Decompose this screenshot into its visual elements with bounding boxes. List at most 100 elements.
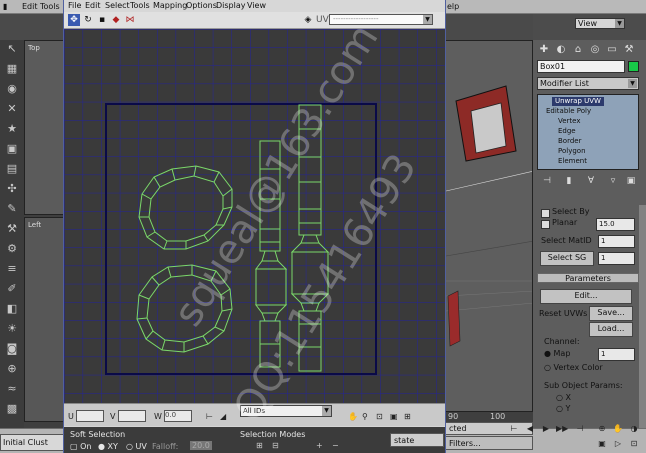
layers-icon[interactable]: ≡ [4, 262, 20, 276]
planar-checkbox[interactable] [541, 220, 550, 229]
modifier-stack[interactable]: Unwrap UVW Editable Poly Vertex Edge Bor… [537, 94, 639, 170]
viewport-left[interactable]: Left [24, 217, 64, 422]
select-icon[interactable]: ↖ [4, 42, 20, 56]
uv-radio[interactable]: ○ UV [126, 442, 147, 451]
load-button[interactable]: Load... [589, 322, 633, 337]
grow-selection-icon[interactable]: + [316, 441, 323, 450]
texture-map-dropdown[interactable]: ------------------ ▼ [329, 14, 433, 25]
uv-menu-select[interactable]: Select [105, 1, 130, 10]
object-color-swatch[interactable] [628, 61, 639, 72]
menu-help[interactable]: elp [447, 2, 459, 11]
viewport-perspective[interactable] [445, 40, 533, 412]
lock-icon[interactable]: ⊢ [206, 412, 213, 421]
edit-uvw-button[interactable]: Edit... [540, 289, 632, 304]
mirror-icon[interactable]: ⋈ [124, 14, 136, 26]
grid-toggle-icon[interactable]: ⊞ [404, 412, 411, 421]
w-spinner[interactable]: 0.0 [164, 410, 192, 422]
vertex-mode-icon[interactable]: ⊞ [256, 441, 263, 450]
zoom-extents-icon[interactable]: ▣ [596, 438, 608, 450]
modify-icon[interactable]: ◉ [4, 82, 20, 96]
shrink-selection-icon[interactable]: − [332, 441, 339, 450]
paint-icon[interactable]: ✐ [4, 282, 20, 296]
menu-file-partial[interactable]: ▮ [3, 2, 7, 11]
remove-modifier-icon[interactable]: ▿ [607, 176, 619, 188]
uv-menu-display[interactable]: Display [216, 1, 246, 10]
stack-item-editable-poly[interactable]: Editable Poly [546, 107, 591, 116]
tube-icon[interactable]: ▤ [4, 162, 20, 176]
configure-sets-icon[interactable]: ▣ [625, 176, 637, 188]
uv-menu-edit[interactable]: Edit [85, 1, 101, 10]
select-mat-id-spinner[interactable]: 1 [598, 235, 635, 248]
y-axis-radio[interactable]: ○ Y [556, 404, 570, 413]
pin-stack-icon[interactable]: ⊣ [541, 176, 553, 188]
stack-item-edge[interactable]: Edge [558, 127, 576, 136]
modify-tab-icon[interactable]: ◐ [554, 44, 568, 58]
uv-menu-view[interactable]: View [247, 1, 266, 10]
motion-tab-icon[interactable]: ◎ [588, 44, 602, 58]
star-icon[interactable]: ★ [4, 122, 20, 136]
stack-item-polygon[interactable]: Polygon [558, 147, 586, 156]
show-map-icon[interactable]: UV [316, 14, 329, 26]
object-name-field[interactable]: Box01 [537, 60, 625, 73]
map-radio[interactable]: ● Map [544, 349, 570, 358]
map-checker-icon[interactable]: ◈ [302, 14, 314, 26]
stack-item-unwrap-uvw[interactable]: Unwrap UVW [552, 97, 604, 106]
save-button[interactable]: Save... [589, 306, 633, 321]
zoom-icon[interactable]: ⊕ [596, 423, 608, 435]
goto-end-icon[interactable]: ⊣ [574, 423, 586, 435]
uv-menu-mapping[interactable]: Mapping [153, 1, 187, 10]
show-end-result-icon[interactable]: ▮ [563, 176, 575, 188]
rotate-icon[interactable]: ↻ [82, 14, 94, 26]
scale-icon[interactable]: ▪ [96, 14, 108, 26]
prev-frame-icon[interactable]: ◀ [524, 423, 536, 435]
modifier-list-dropdown[interactable]: Modifier List ▼ [537, 77, 639, 90]
command-panel-scrollbar[interactable] [639, 205, 646, 428]
key-mode-icon[interactable]: ⊢ [508, 423, 520, 435]
reset-uvws-label[interactable]: Reset UVWs [539, 309, 587, 318]
select-by-checkbox[interactable] [541, 209, 550, 218]
pan-hand-icon[interactable]: ✋ [348, 412, 358, 421]
u-spinner[interactable] [76, 410, 104, 422]
next-frame-icon[interactable]: ▶▶ [556, 423, 568, 435]
make-unique-icon[interactable]: ∀ [585, 176, 597, 188]
box-icon[interactable]: ▣ [4, 142, 20, 156]
freeform-icon[interactable]: ◆ [110, 14, 122, 26]
stack-item-element[interactable]: Element [558, 157, 587, 166]
camera-icon[interactable]: ◙ [4, 342, 20, 356]
zoom-region-icon[interactable]: ⊡ [376, 412, 383, 421]
selection-arrow-icon[interactable]: ◢ [220, 412, 226, 421]
hierarchy-icon[interactable]: ✕ [4, 102, 20, 116]
hierarchy-tab-icon[interactable]: ⌂ [571, 44, 585, 58]
systems-icon[interactable]: ▩ [4, 402, 20, 416]
maxscript-listener-field[interactable]: Initial Clust [0, 434, 64, 451]
uv-editor-canvas[interactable] [64, 29, 445, 403]
cube-icon[interactable]: ◧ [4, 302, 20, 316]
vertex-color-radio[interactable]: ○ Vertex Color [544, 363, 603, 372]
helper-icon[interactable]: ⊕ [4, 362, 20, 376]
viewport-top[interactable]: Top [24, 40, 64, 215]
field-of-view-icon[interactable]: ▷ [612, 438, 624, 450]
select-sg-button[interactable]: Select SG [540, 251, 594, 266]
create-icon[interactable]: ▦ [4, 62, 20, 76]
edge-mode-icon[interactable]: ⊟ [272, 441, 279, 450]
xy-radio[interactable]: ● XY [98, 442, 118, 451]
state-button[interactable]: state [390, 433, 444, 447]
display-tab-icon[interactable]: ▭ [605, 44, 619, 58]
view-dropdown[interactable]: View ▼ [575, 18, 625, 29]
v-spinner[interactable] [118, 410, 146, 422]
map-channel-spinner[interactable]: 1 [598, 348, 635, 361]
menu-tools[interactable]: Tools [40, 2, 60, 11]
space-warp-icon[interactable]: ≈ [4, 382, 20, 396]
uv-menu-tools[interactable]: Tools [130, 1, 150, 10]
light-icon[interactable]: ☀ [4, 322, 20, 336]
wrench-icon[interactable]: ⚒ [4, 222, 20, 236]
utilities-tab-icon[interactable]: ⚒ [622, 44, 636, 58]
pencil-icon[interactable]: ✎ [4, 202, 20, 216]
stack-item-border[interactable]: Border [558, 137, 581, 146]
gear-icon[interactable]: ⚙ [4, 242, 20, 256]
stack-item-vertex[interactable]: Vertex [558, 117, 581, 126]
pan-icon[interactable]: ✋ [612, 423, 624, 435]
zoom-tool-icon[interactable]: ⚲ [362, 412, 368, 421]
zoom-extents-uv-icon[interactable]: ▣ [390, 412, 398, 421]
orbit-icon[interactable]: ◑ [628, 423, 640, 435]
